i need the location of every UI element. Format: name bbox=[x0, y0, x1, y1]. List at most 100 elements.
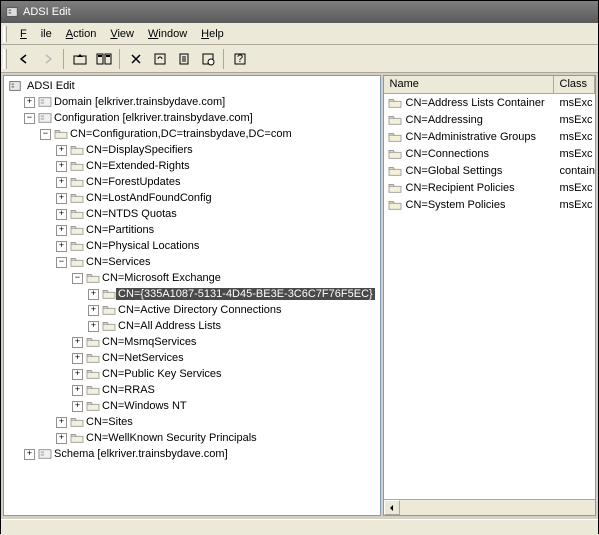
help-button[interactable]: ? bbox=[228, 48, 251, 70]
list-row[interactable]: CN=Global Settingscontain bbox=[384, 162, 595, 179]
menu-window[interactable]: Window bbox=[141, 26, 194, 42]
tree-item-label: Schema [elkriver.trainsbydave.com] bbox=[52, 448, 230, 460]
tree-pane[interactable]: ADSI Edit +Domain [elkriver.trainsbydave… bbox=[3, 75, 381, 516]
tree-item[interactable]: +CN=RRAS bbox=[4, 382, 380, 398]
tree-item[interactable]: − CN=Microsoft Exchange bbox=[4, 270, 380, 286]
expand-toggle[interactable]: + bbox=[72, 337, 83, 348]
properties-button[interactable] bbox=[196, 48, 219, 70]
up-button[interactable] bbox=[68, 48, 91, 70]
export-button[interactable] bbox=[172, 48, 195, 70]
tree-item[interactable]: +CN=Partitions bbox=[4, 222, 380, 238]
tree-item[interactable]: +CN=WellKnown Security Principals bbox=[4, 430, 380, 446]
tree-item[interactable]: +CN=Active Directory Connections bbox=[4, 302, 380, 318]
back-button[interactable] bbox=[12, 48, 35, 70]
tree-item[interactable]: + CN=ForestUpdates bbox=[4, 174, 380, 190]
main-area: ADSI Edit +Domain [elkriver.trainsbydave… bbox=[1, 73, 598, 518]
expand-toggle[interactable]: − bbox=[40, 129, 51, 140]
expand-toggle[interactable]: + bbox=[56, 161, 67, 172]
toolbar: ? bbox=[1, 45, 598, 73]
list-row[interactable]: CN=System PoliciesmsExc bbox=[384, 196, 595, 213]
expand-toggle[interactable]: + bbox=[56, 177, 67, 188]
expand-toggle[interactable]: + bbox=[56, 145, 67, 156]
expand-toggle[interactable]: + bbox=[56, 209, 67, 220]
expand-toggle[interactable]: + bbox=[72, 353, 83, 364]
list-item-name: CN=Connections bbox=[406, 148, 489, 160]
tree-item[interactable]: − CN=Configuration,DC=trainsbydave,DC=com bbox=[4, 126, 380, 142]
folder-icon bbox=[86, 368, 100, 380]
expand-toggle[interactable]: + bbox=[72, 385, 83, 396]
expand-toggle[interactable]: + bbox=[24, 449, 35, 460]
refresh-button[interactable] bbox=[148, 48, 171, 70]
expand-toggle[interactable]: + bbox=[56, 433, 67, 444]
tree-item[interactable]: +CN=Public Key Services bbox=[4, 366, 380, 382]
expand-toggle[interactable]: − bbox=[24, 113, 35, 124]
list-pane[interactable]: Name Class CN=Address Lists ContainermsE… bbox=[383, 75, 596, 516]
column-class[interactable]: Class bbox=[554, 76, 595, 93]
tree-item[interactable]: +CN=All Address Lists bbox=[4, 318, 380, 334]
delete-button[interactable] bbox=[124, 48, 147, 70]
tree-item[interactable]: −Configuration [elkriver.trainsbydave.co… bbox=[4, 110, 380, 126]
list-row[interactable]: CN=ConnectionsmsExc bbox=[384, 145, 595, 162]
forward-button[interactable] bbox=[36, 48, 59, 70]
tree-item[interactable]: +CN=Windows NT bbox=[4, 398, 380, 414]
tree-item[interactable]: +CN=Physical Locations bbox=[4, 238, 380, 254]
folder-icon bbox=[70, 416, 84, 428]
tree-item[interactable]: +CN={335A1087-5131-4D45-BE3E-3C6C7F76F5E… bbox=[4, 286, 380, 302]
tree-item[interactable]: +Domain [elkriver.trainsbydave.com] bbox=[4, 94, 380, 110]
folder-icon bbox=[70, 224, 84, 236]
tree-item[interactable]: + Schema [elkriver.trainsbydave.com] bbox=[4, 446, 380, 462]
tree-item[interactable]: +CN=DisplaySpecifiers bbox=[4, 142, 380, 158]
tree-item[interactable]: +CN=Sites bbox=[4, 414, 380, 430]
tree-root-label: ADSI Edit bbox=[25, 80, 77, 92]
list-row[interactable]: CN=Recipient PoliciesmsExc bbox=[384, 179, 595, 196]
expand-toggle[interactable]: + bbox=[72, 369, 83, 380]
tree-item[interactable]: +CN=MsmqServices bbox=[4, 334, 380, 350]
svg-text:?: ? bbox=[236, 53, 242, 65]
list-item-class: msExc bbox=[554, 182, 595, 194]
folder-icon bbox=[70, 192, 84, 204]
expand-toggle[interactable]: + bbox=[88, 321, 99, 332]
expand-toggle[interactable]: − bbox=[72, 273, 83, 284]
expand-toggle[interactable]: + bbox=[56, 225, 67, 236]
list-item-class: contain bbox=[554, 165, 595, 177]
folder-icon bbox=[388, 182, 402, 194]
expand-toggle[interactable]: + bbox=[24, 97, 35, 108]
list-row[interactable]: CN=Address Lists ContainermsExc bbox=[384, 94, 595, 111]
expand-toggle[interactable]: + bbox=[56, 241, 67, 252]
scroll-left-button[interactable] bbox=[384, 500, 400, 515]
separator bbox=[63, 49, 64, 69]
menu-file[interactable]: File bbox=[13, 26, 59, 42]
list-row[interactable]: CN=Administrative GroupsmsExc bbox=[384, 128, 595, 145]
tree-item-label: CN=Configuration,DC=trainsbydave,DC=com bbox=[68, 128, 294, 140]
tree-item[interactable]: +CN=NTDS Quotas bbox=[4, 206, 380, 222]
expand-toggle[interactable]: + bbox=[56, 417, 67, 428]
expand-toggle[interactable]: + bbox=[72, 401, 83, 412]
expand-toggle[interactable]: + bbox=[88, 289, 99, 300]
tree-item-label: CN=Microsoft Exchange bbox=[100, 272, 223, 284]
menu-view[interactable]: View bbox=[103, 26, 141, 42]
expand-toggle[interactable]: − bbox=[56, 257, 67, 268]
menu-help[interactable]: Help bbox=[194, 26, 231, 42]
folder-icon bbox=[54, 128, 68, 140]
expand-toggle[interactable]: + bbox=[56, 193, 67, 204]
folder-icon bbox=[70, 160, 84, 172]
menubar-grip[interactable] bbox=[3, 26, 7, 42]
toolbar-grip[interactable] bbox=[3, 49, 7, 69]
tree-item[interactable]: −CN=Services bbox=[4, 254, 380, 270]
list-body: CN=Address Lists ContainermsExcCN=Addres… bbox=[384, 94, 595, 515]
horizontal-scrollbar[interactable] bbox=[384, 499, 595, 515]
tree-item[interactable]: +CN=LostAndFoundConfig bbox=[4, 190, 380, 206]
list-item-class: msExc bbox=[554, 199, 595, 211]
folder-icon bbox=[70, 208, 84, 220]
show-hide-button[interactable] bbox=[92, 48, 115, 70]
folder-icon bbox=[102, 288, 116, 300]
tree-item[interactable]: +CN=NetServices bbox=[4, 350, 380, 366]
column-name[interactable]: Name bbox=[384, 76, 554, 93]
list-row[interactable]: CN=AddressingmsExc bbox=[384, 111, 595, 128]
expand-toggle[interactable]: + bbox=[88, 305, 99, 316]
menubar: File Action View Window Help bbox=[1, 23, 598, 45]
tree-item-label: CN=ForestUpdates bbox=[84, 176, 182, 188]
menu-action[interactable]: Action bbox=[59, 26, 104, 42]
tree-root[interactable]: ADSI Edit bbox=[4, 78, 380, 94]
tree-item[interactable]: +CN=Extended-Rights bbox=[4, 158, 380, 174]
